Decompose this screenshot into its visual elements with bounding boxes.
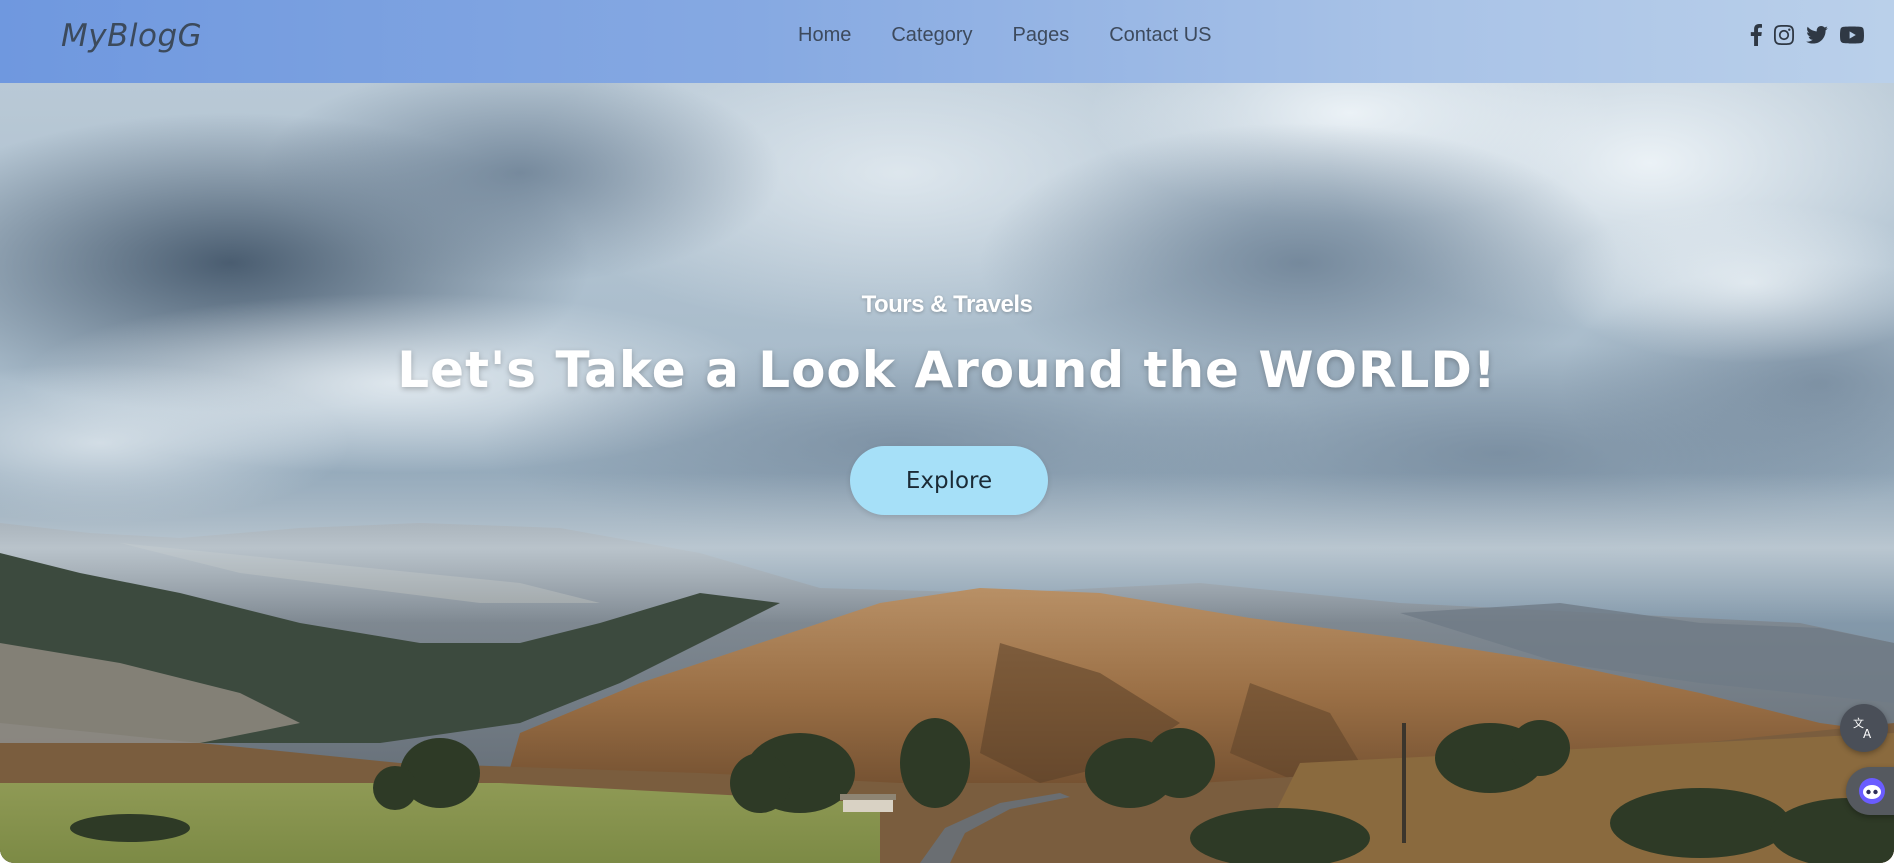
explore-button[interactable]: Explore: [850, 446, 1048, 515]
nav-home[interactable]: Home: [798, 24, 851, 47]
youtube-icon[interactable]: [1840, 26, 1864, 44]
twitter-icon[interactable]: [1806, 26, 1828, 44]
page: MyBlogG Home Category Pages Contact US T…: [0, 0, 1894, 863]
facebook-icon[interactable]: [1750, 24, 1762, 46]
hero-section: Tours & Travels Let's Take a Look Around…: [0, 83, 1894, 863]
top-navbar: MyBlogG Home Category Pages Contact US: [0, 0, 1894, 83]
nav-category[interactable]: Category: [891, 24, 972, 47]
assistant-widget[interactable]: [1846, 767, 1894, 815]
instagram-icon[interactable]: [1774, 25, 1794, 45]
main-nav: Home Category Pages Contact US: [798, 24, 1212, 47]
nav-pages[interactable]: Pages: [1013, 24, 1070, 47]
social-links: [1750, 24, 1864, 46]
assistant-icon: [1859, 778, 1885, 804]
hero-kicker: Tours & Travels: [861, 291, 1033, 318]
nav-contact-us[interactable]: Contact US: [1109, 24, 1211, 47]
site-logo[interactable]: MyBlogG: [61, 18, 202, 54]
translate-icon: 文 A: [1853, 716, 1872, 741]
svg-text:A: A: [1863, 727, 1872, 741]
hero-headline: Let's Take a Look Around the WORLD!: [397, 341, 1497, 399]
translate-widget[interactable]: 文 A: [1840, 704, 1888, 752]
